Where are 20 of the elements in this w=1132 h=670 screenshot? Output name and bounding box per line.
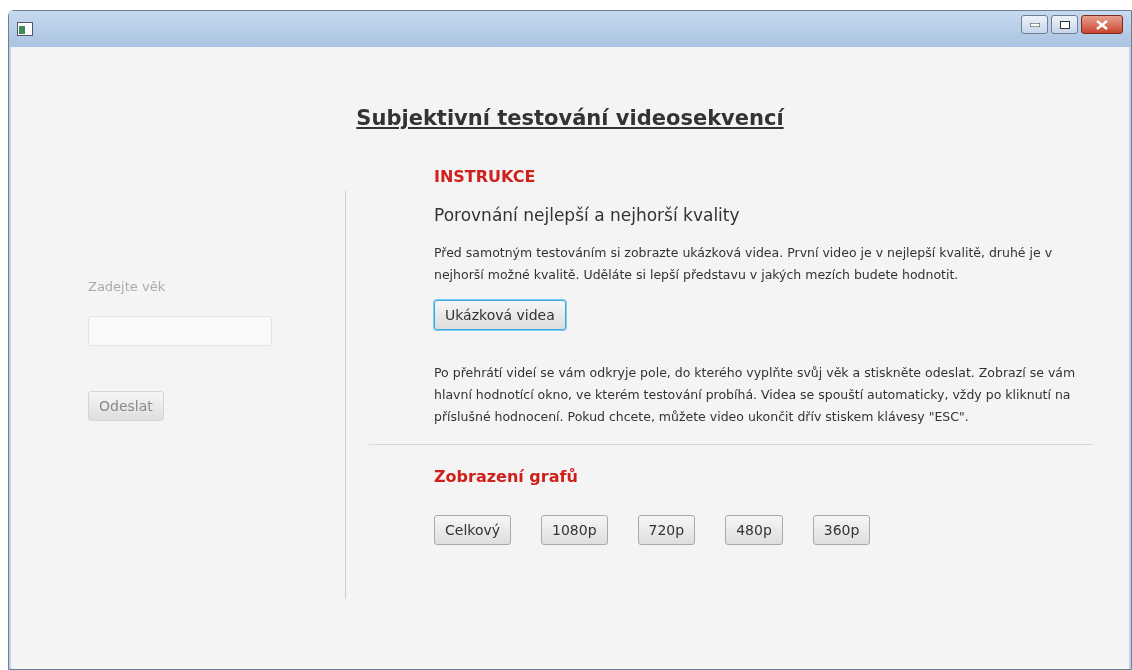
app-icon: [17, 22, 33, 36]
minimize-button[interactable]: [1021, 15, 1048, 34]
sample-videos-button[interactable]: Ukázková videa: [434, 300, 566, 330]
chart-button[interactable]: 720p: [637, 515, 696, 545]
age-label: Zadejte věk: [88, 277, 167, 296]
maximize-icon: [1059, 20, 1070, 29]
minimize-icon: [1029, 22, 1040, 27]
chart-button[interactable]: 360p: [812, 515, 871, 545]
instructions-paragraph: Po přehrátí videí se vám odkryje pole, do kterého vyplňte svůj věk a stiskněte odeslat. Zobrazí se vám hlavní hodnotící okno, ve kterém testování probíhá. Videa se spouští automaticky, vždy po kliknutí na příslušné hodnocení. Pokud chcete, můžete video ukončit dřív stiskem klávesy "ESC".: [434, 364, 1077, 426]
instructions-paragraph: Před samotným testováním si zobrazte ukázková videa. První video je v nejlepší kvalitě, druhé je v nejhorší možné kvalitě. Uděláte si lepší představu v jakých mezích budete hodnotit.: [434, 244, 1054, 284]
instructions-heading: INSTRUKCE: [434, 165, 537, 188]
chart-button[interactable]: Celkový: [434, 515, 512, 545]
instructions-subheading: Porovnání nejlepší a nejhorší kvality: [434, 203, 741, 227]
maximize-button[interactable]: [1051, 15, 1078, 34]
chart-button[interactable]: 480p: [725, 515, 783, 545]
page-title: Subjektivní testování videosekvencí: [356, 105, 784, 132]
close-button[interactable]: [1081, 15, 1123, 34]
chart-button[interactable]: 1080p: [541, 515, 608, 545]
close-icon: [1096, 19, 1108, 30]
charts-heading: Zobrazení grafů: [434, 466, 579, 488]
